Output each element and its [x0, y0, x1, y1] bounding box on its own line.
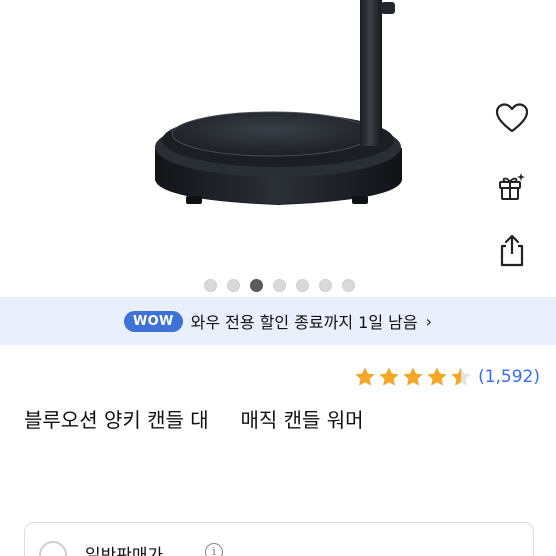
- wow-badge: WOW: [123, 310, 183, 332]
- share-button[interactable]: [494, 232, 530, 268]
- price-option-card[interactable]: 일반판매가 i: [24, 522, 534, 556]
- carousel-indicator: [204, 279, 355, 292]
- heart-icon: [495, 103, 529, 133]
- price-option-radio[interactable]: [39, 541, 67, 556]
- product-image-area[interactable]: [0, 0, 556, 296]
- review-count[interactable]: (1,592): [478, 367, 540, 387]
- gift-button[interactable]: [494, 168, 530, 204]
- chevron-right-icon: ›: [425, 311, 433, 331]
- price-option-label: 일반판매가: [85, 546, 164, 556]
- star-icon: [451, 367, 471, 386]
- product-image: [155, 0, 402, 205]
- star-icon: [355, 367, 375, 386]
- carousel-dot[interactable]: [227, 279, 240, 292]
- share-icon: [500, 234, 524, 267]
- gift-icon: [499, 173, 525, 200]
- info-icon[interactable]: i: [205, 543, 223, 556]
- carousel-dot[interactable]: [319, 279, 332, 292]
- carousel-dot[interactable]: [250, 279, 263, 292]
- star-icon: [403, 367, 423, 386]
- wow-banner-text: 와우 전용 할인 종료까지 1일 남음: [190, 313, 418, 332]
- favorite-button[interactable]: [494, 100, 530, 136]
- product-title: 블루오션 양키 캔들 대 매직 캔들 워머: [24, 408, 364, 432]
- star-rating: [354, 366, 472, 388]
- carousel-dot[interactable]: [273, 279, 286, 292]
- wow-discount-banner[interactable]: WOW 와우 전용 할인 종료까지 1일 남음 ›: [0, 297, 556, 345]
- carousel-dot[interactable]: [342, 279, 355, 292]
- carousel-dot[interactable]: [204, 279, 217, 292]
- star-icon: [427, 367, 447, 386]
- star-icon: [379, 367, 399, 386]
- carousel-dot[interactable]: [296, 279, 309, 292]
- rating-summary[interactable]: (1,592): [354, 366, 540, 388]
